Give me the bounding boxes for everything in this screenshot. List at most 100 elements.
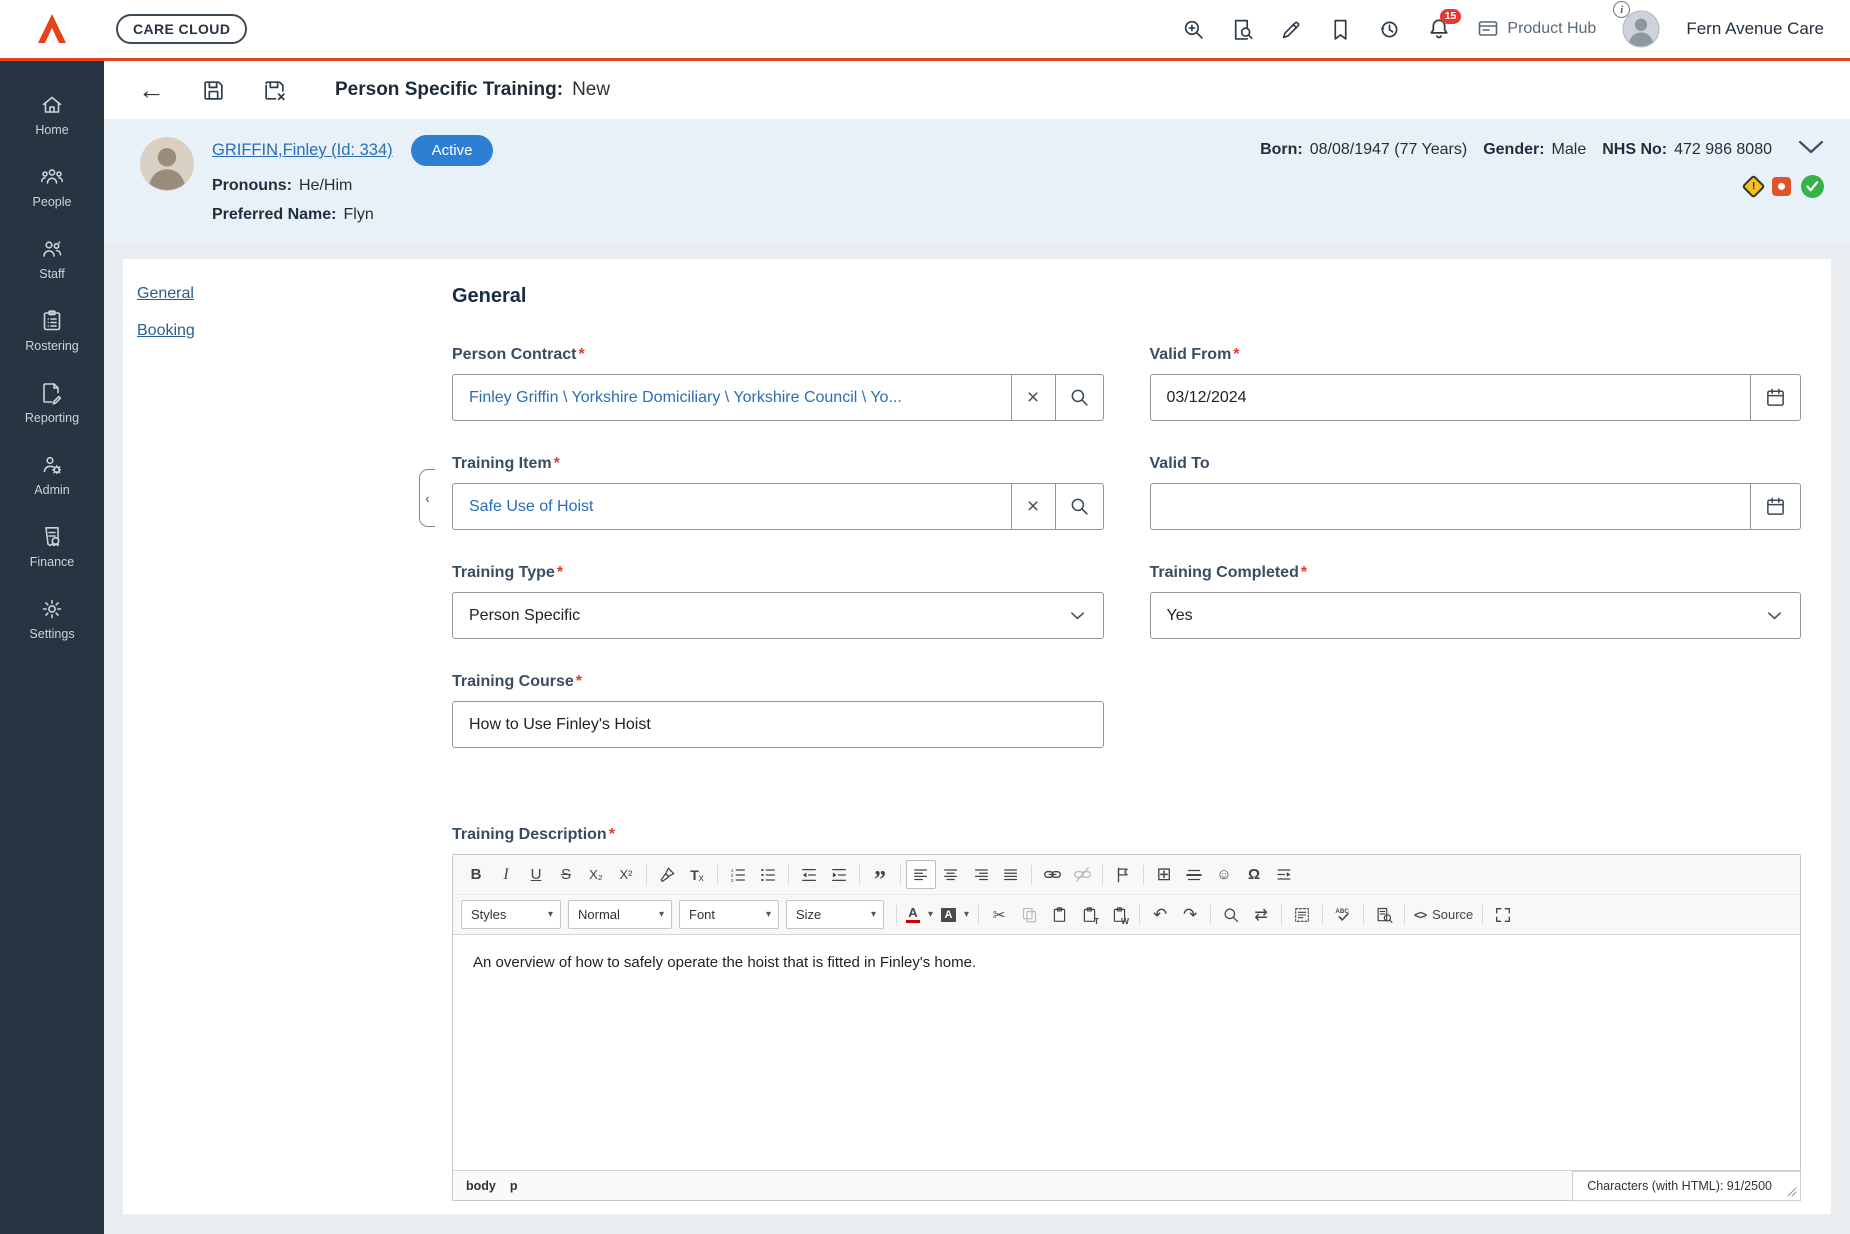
user-avatar[interactable]: i (1622, 10, 1660, 48)
increase-indent-button[interactable] (824, 860, 854, 889)
alert-marker-icon[interactable] (1772, 177, 1791, 196)
back-button[interactable]: ← (138, 77, 165, 104)
maximize-button[interactable] (1488, 900, 1518, 929)
cut-button[interactable]: ✂ (984, 900, 1014, 929)
person-contract-input[interactable]: Finley Griffin \ Yorkshire Domiciliary \… (453, 389, 1011, 407)
unlink-button[interactable] (1067, 860, 1097, 889)
decrease-indent-button[interactable] (794, 860, 824, 889)
underline-button[interactable]: U (521, 860, 551, 889)
sidebar-item-settings[interactable]: Settings (0, 589, 104, 649)
numbered-list-button[interactable]: 123 (723, 860, 753, 889)
text-color-button[interactable]: A ▾ (902, 900, 937, 929)
panel-collapse-handle[interactable]: ‹ (419, 469, 435, 527)
blockquote-button[interactable]: ” (865, 860, 895, 889)
select-all-button[interactable] (1287, 900, 1317, 929)
app-logo[interactable] (0, 0, 104, 58)
align-center-button[interactable] (936, 860, 966, 889)
superscript-button[interactable]: X² (611, 860, 641, 889)
product-hub-link[interactable]: Product Hub (1477, 18, 1596, 40)
valid-from-input[interactable]: 03/12/2024 (1151, 389, 1751, 407)
font-select[interactable]: Font▾ (679, 900, 779, 929)
align-left-button[interactable] (906, 860, 936, 889)
bookmark-icon[interactable] (1329, 18, 1352, 41)
preview-button[interactable] (1369, 900, 1399, 929)
link-icon (1043, 865, 1062, 884)
anchor-flag-button[interactable] (1108, 860, 1138, 889)
path-body[interactable]: body (466, 1179, 496, 1193)
subnav-item-booking[interactable]: Booking (137, 322, 452, 340)
background-color-button[interactable]: A ▾ (937, 900, 973, 929)
table-icon: ⊞ (1156, 864, 1171, 885)
undo-button[interactable]: ↶ (1145, 900, 1175, 929)
special-character-button[interactable]: Ω (1239, 860, 1269, 889)
editor-content[interactable]: An overview of how to safely operate the… (453, 935, 1800, 1170)
italic-button[interactable]: I (491, 860, 521, 889)
training-item-search-button[interactable] (1055, 484, 1103, 529)
hazard-warning-icon[interactable]: ! (1741, 174, 1765, 198)
history-icon[interactable] (1378, 18, 1401, 41)
status-badge[interactable]: Active (411, 135, 494, 166)
training-item-input[interactable]: Safe Use of Hoist (453, 498, 1011, 516)
align-left-icon (912, 866, 930, 884)
sidebar-item-people[interactable]: People (0, 157, 104, 217)
clipboard-icon (1051, 906, 1068, 923)
strikethrough-button[interactable]: S (551, 860, 581, 889)
training-course-input[interactable]: How to Use Finley's Hoist (453, 716, 1103, 734)
sidebar-item-rostering[interactable]: Rostering (0, 301, 104, 361)
person-contract-search-button[interactable] (1055, 375, 1103, 420)
paste-button[interactable] (1044, 900, 1074, 929)
paste-as-text-button[interactable]: T (1074, 900, 1104, 929)
paragraph-format-select[interactable]: Normal▾ (568, 900, 672, 929)
replace-button[interactable]: ⇄ (1246, 900, 1276, 929)
align-justify-button[interactable] (996, 860, 1026, 889)
copy-button[interactable] (1014, 900, 1044, 929)
maximize-icon (1494, 906, 1512, 924)
insert-link-button[interactable] (1037, 860, 1067, 889)
training-completed-select[interactable]: Yes (1150, 592, 1802, 639)
find-button[interactable] (1216, 900, 1246, 929)
insert-table-button[interactable]: ⊞ (1149, 860, 1179, 889)
styles-select[interactable]: Styles▾ (461, 900, 561, 929)
insert-smiley-button[interactable]: ☺ (1209, 860, 1239, 889)
paste-from-word-button[interactable]: W (1104, 900, 1134, 929)
valid-from-calendar-button[interactable] (1750, 375, 1800, 420)
sidebar-item-reporting[interactable]: Reporting (0, 373, 104, 433)
subscript-button[interactable]: X₂ (581, 860, 611, 889)
sidebar-item-admin[interactable]: Admin (0, 445, 104, 505)
redo-button[interactable]: ↷ (1175, 900, 1205, 929)
insert-horizontal-line-button[interactable] (1179, 860, 1209, 889)
valid-to-calendar-button[interactable] (1750, 484, 1800, 529)
spellcheck-button[interactable]: ABC (1328, 900, 1358, 929)
sidebar-item-home[interactable]: Home (0, 85, 104, 145)
gender-value: Male (1552, 141, 1587, 159)
source-button[interactable]: <> Source (1410, 900, 1477, 929)
save-button[interactable] (201, 78, 226, 103)
status-check-icon[interactable] (1801, 175, 1824, 198)
notifications-bell-icon[interactable]: 15 (1427, 17, 1451, 41)
font-size-select[interactable]: Size▾ (786, 900, 884, 929)
zoom-in-icon[interactable] (1182, 18, 1205, 41)
sidebar-item-staff[interactable]: Staff (0, 229, 104, 289)
document-search-icon[interactable] (1231, 18, 1254, 41)
edit-pen-icon[interactable] (1280, 18, 1303, 41)
patient-avatar[interactable] (140, 137, 194, 191)
insert-template-button[interactable] (1269, 860, 1299, 889)
save-icon (201, 78, 226, 103)
training-type-select[interactable]: Person Specific (452, 592, 1104, 639)
resize-grip[interactable] (1787, 1187, 1797, 1197)
bullet-list-button[interactable] (753, 860, 783, 889)
subnav-item-general[interactable]: General (137, 285, 452, 303)
banner-chevron-down-icon[interactable] (1798, 140, 1824, 155)
save-and-close-button[interactable] (262, 78, 287, 103)
align-right-button[interactable] (966, 860, 996, 889)
sidebar-item-finance[interactable]: Finance (0, 517, 104, 577)
copy-formatting-button[interactable] (652, 860, 682, 889)
reporting-icon (40, 381, 64, 405)
remove-format-button[interactable]: Tx (682, 860, 712, 889)
training-item-clear-button[interactable]: × (1011, 484, 1055, 529)
toolbar-divider (859, 865, 860, 885)
path-p[interactable]: p (510, 1179, 518, 1193)
bold-button[interactable]: B (461, 860, 491, 889)
patient-name-link[interactable]: GRIFFIN,Finley (Id: 334) (212, 141, 393, 160)
person-contract-clear-button[interactable]: × (1011, 375, 1055, 420)
